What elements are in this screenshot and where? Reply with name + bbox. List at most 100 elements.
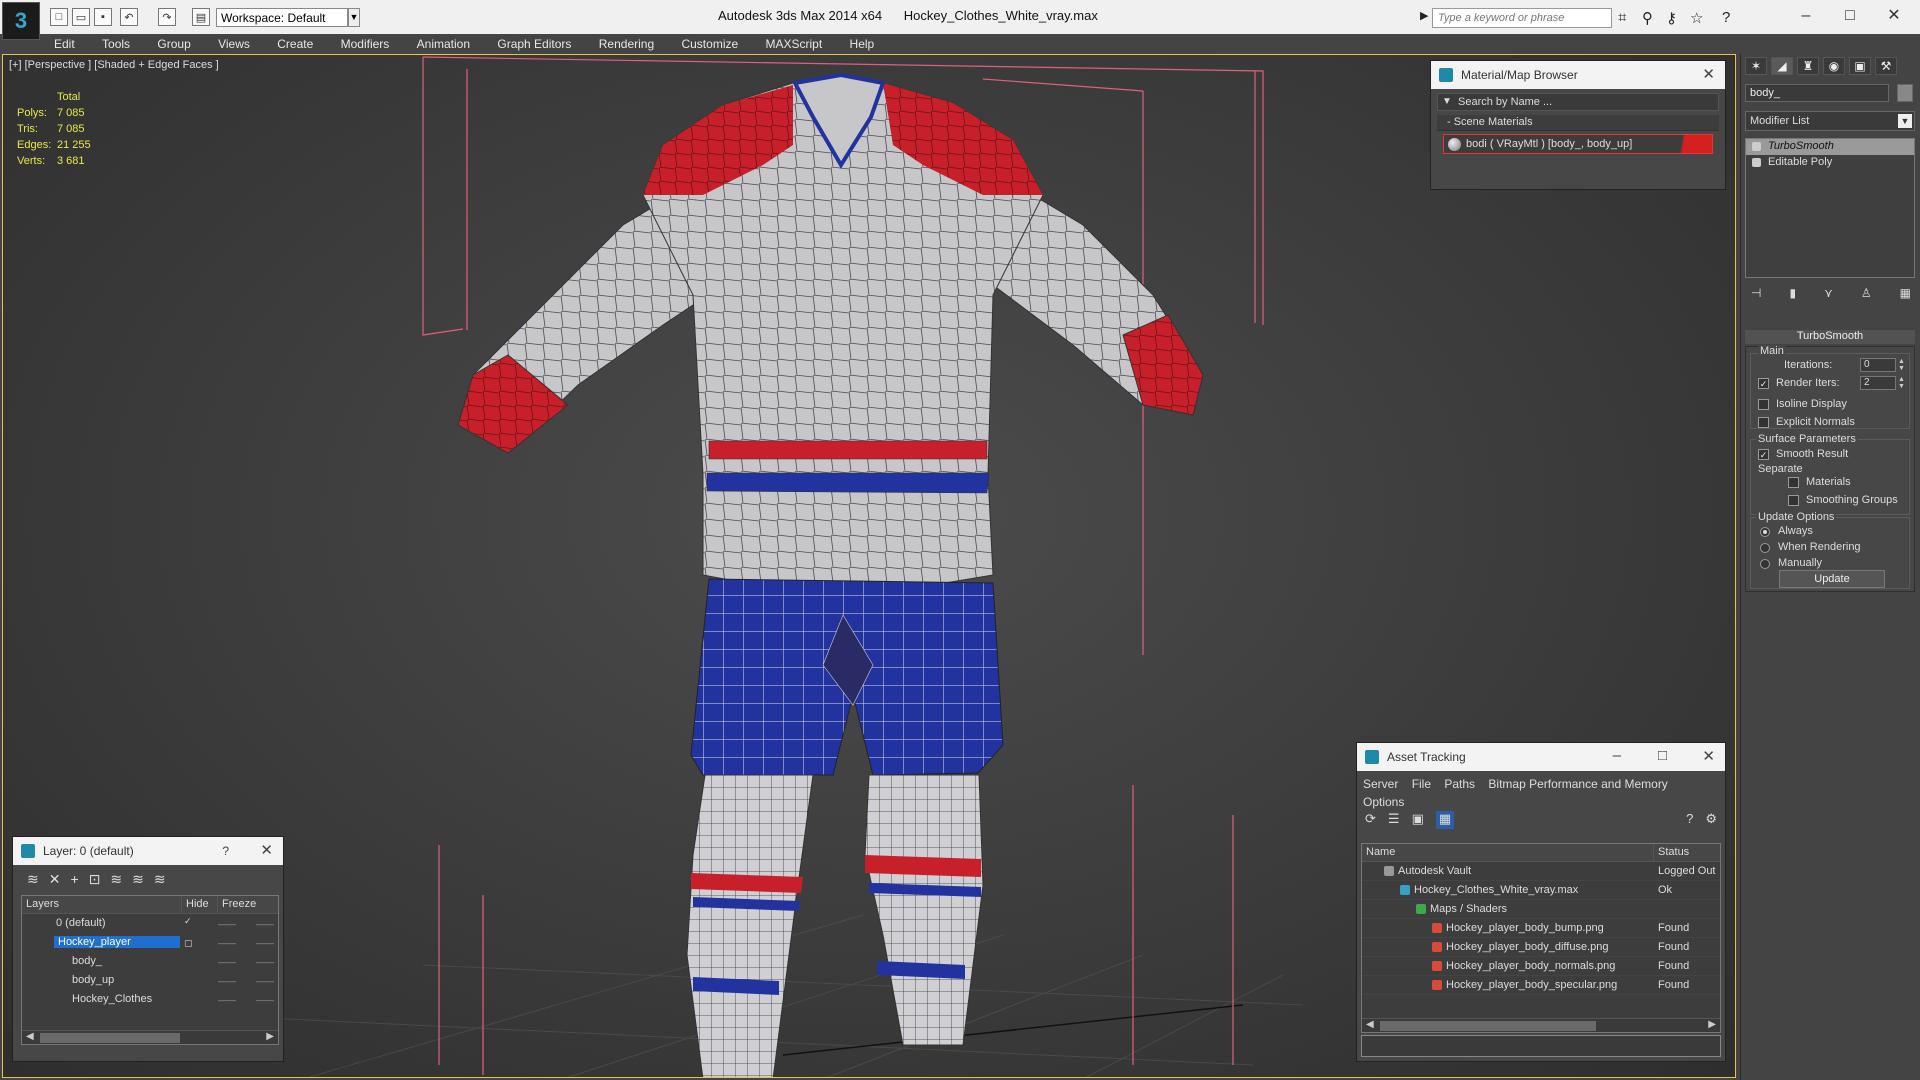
menu-views[interactable]: Views <box>206 34 262 54</box>
material-search-input[interactable]: ▼ Search by Name ... <box>1437 93 1719 111</box>
chevron-down-icon[interactable]: ▼ <box>1898 114 1912 128</box>
column-hide[interactable]: Hide <box>182 896 218 913</box>
search-input[interactable]: Type a keyword or phrase <box>1432 8 1612 28</box>
scene-materials-group[interactable]: - Scene Materials <box>1437 115 1719 131</box>
isoline-display-checkbox[interactable] <box>1758 399 1769 410</box>
table-view-icon[interactable]: ▦ <box>1435 811 1455 829</box>
hide-toggle[interactable]: —— <box>218 976 236 986</box>
stack-item-editable-poly[interactable]: Editable Poly <box>1746 155 1914 171</box>
menu-create[interactable]: Create <box>265 34 325 54</box>
menu-help[interactable]: Help <box>838 34 887 54</box>
remove-modifier-icon[interactable]: ♙ <box>1861 286 1872 306</box>
undo-icon[interactable]: ↶ <box>120 8 138 26</box>
asset-path-field[interactable] <box>1361 1035 1721 1057</box>
asset-tracking-titlebar[interactable]: Asset Tracking – □ ✕ <box>1357 743 1725 771</box>
hierarchy-tab-icon[interactable]: ♜ <box>1797 57 1819 75</box>
app-logo-button[interactable]: 3 <box>2 2 40 40</box>
modify-tab-icon[interactable]: ◢ <box>1771 57 1793 75</box>
minimize-icon[interactable]: – <box>1613 747 1621 764</box>
motion-tab-icon[interactable]: ◉ <box>1823 57 1845 75</box>
refresh-icon[interactable]: ⟳ <box>1365 811 1376 829</box>
pin-stack-icon[interactable]: ⊣ <box>1751 286 1761 306</box>
hide-toggle[interactable]: —— <box>218 938 236 948</box>
asset-row[interactable]: Hockey_player_body_bump.png Found <box>1362 919 1720 938</box>
help-icon[interactable]: ? <box>1722 9 1730 26</box>
asset-menu-options[interactable]: Options <box>1363 795 1404 809</box>
menu-modifiers[interactable]: Modifiers <box>329 34 402 54</box>
material-browser-titlebar[interactable]: Material/Map Browser ✕ <box>1431 61 1725 89</box>
spinner-arrows-icon[interactable]: ▲ ▼ <box>1898 358 1906 372</box>
smooth-result-checkbox[interactable]: ✓ <box>1758 449 1769 460</box>
maximize-icon[interactable]: □ <box>1658 747 1667 764</box>
layer-row[interactable]: Hockey_Clothes —— —— <box>22 990 278 1009</box>
layer-row[interactable]: 0 (default) ✓ —— —— <box>22 914 278 933</box>
smoothing-groups-checkbox[interactable] <box>1788 495 1799 506</box>
scroll-right-icon[interactable]: ▶ <box>1708 1019 1716 1030</box>
menu-graph-editors[interactable]: Graph Editors <box>485 34 583 54</box>
column-name[interactable]: Name <box>1362 844 1654 861</box>
show-end-result-icon[interactable]: ▮ <box>1789 286 1796 306</box>
viewport-label[interactable]: [+] [Perspective ] [Shaded + Edged Faces… <box>9 59 219 71</box>
asset-row[interactable]: Hockey_player_body_diffuse.png Found <box>1362 938 1720 957</box>
layer-row[interactable]: body_ —— —— <box>22 952 278 971</box>
when-rendering-radio[interactable] <box>1760 543 1770 553</box>
freeze-toggle[interactable]: —— <box>256 919 274 929</box>
maximize-icon[interactable]: □ <box>1828 4 1872 28</box>
update-button[interactable]: Update <box>1779 570 1885 588</box>
settings-icon[interactable]: ⚙ <box>1705 811 1717 829</box>
freeze-all-icon[interactable]: ≋ <box>154 871 166 887</box>
menu-maxscript[interactable]: MAXScript <box>754 34 835 54</box>
scrollbar-thumb[interactable] <box>40 1033 180 1043</box>
freeze-toggle[interactable]: —— <box>256 995 274 1005</box>
redo-icon[interactable]: ↷ <box>158 8 176 26</box>
add-to-layer-icon[interactable]: + <box>70 871 78 887</box>
asset-menu-file[interactable]: File <box>1412 777 1431 791</box>
binoculars-icon[interactable]: ⌗ <box>1618 9 1626 26</box>
configure-modifier-sets-icon[interactable]: ▦ <box>1900 286 1911 306</box>
project-folder-icon[interactable]: ▤ <box>192 8 210 26</box>
display-tab-icon[interactable]: ▣ <box>1849 57 1871 75</box>
menu-rendering[interactable]: Rendering <box>587 34 666 54</box>
asset-row[interactable]: Hockey_Clothes_White_vray.max Ok <box>1362 881 1720 900</box>
key-icon[interactable]: ⚷ <box>1666 9 1677 27</box>
freeze-toggle[interactable]: —— <box>256 938 274 948</box>
minimize-icon[interactable]: – <box>1784 4 1828 28</box>
layer-state-icon[interactable]: ▢ <box>184 938 193 949</box>
hide-toggle[interactable]: —— <box>218 957 236 967</box>
horizontal-scrollbar[interactable]: ◀ ▶ <box>22 1030 278 1044</box>
asset-row[interactable]: Maps / Shaders <box>1362 900 1720 919</box>
hide-toggle[interactable]: —— <box>218 919 236 929</box>
light-bulb-icon[interactable] <box>1752 142 1761 151</box>
modifier-list-dropdown[interactable]: Modifier List ▼ <box>1745 111 1915 131</box>
manually-radio[interactable] <box>1760 559 1770 569</box>
spinner-arrows-icon[interactable]: ▲ ▼ <box>1898 376 1906 390</box>
thumbnail-view-icon[interactable]: ▣ <box>1412 811 1424 829</box>
column-status[interactable]: Status <box>1654 844 1720 861</box>
hide-all-icon[interactable]: ≋ <box>132 871 144 887</box>
favorites-star-icon[interactable]: ☆ <box>1690 9 1703 27</box>
help-icon[interactable]: ? <box>1686 811 1693 829</box>
freeze-toggle[interactable]: —— <box>256 957 274 967</box>
column-layers[interactable]: Layers <box>22 896 182 913</box>
object-color-swatch[interactable] <box>1897 84 1913 102</box>
scroll-left-icon[interactable]: ◀ <box>1366 1019 1374 1030</box>
workspace-dropdown[interactable]: Workspace: Default <box>216 8 348 27</box>
new-file-icon[interactable]: □ <box>50 8 68 26</box>
turbosmooth-rollout-header[interactable]: TurboSmooth <box>1745 330 1915 344</box>
select-objects-icon[interactable]: ⊡ <box>89 871 101 887</box>
close-icon[interactable]: ✕ <box>1872 4 1916 28</box>
save-file-icon[interactable]: ▪ <box>94 8 112 26</box>
delete-layer-icon[interactable]: ✕ <box>49 871 61 887</box>
menu-tools[interactable]: Tools <box>90 34 142 54</box>
asset-row[interactable]: Hockey_player_body_normals.png Found <box>1362 957 1720 976</box>
active-layer-check-icon[interactable]: ✓ <box>184 916 192 927</box>
freeze-toggle[interactable]: —— <box>256 976 274 986</box>
stack-item-turbosmooth[interactable]: TurboSmooth <box>1746 139 1914 155</box>
layer-row[interactable]: Hockey_player ▢ —— —— <box>22 933 278 952</box>
material-item[interactable]: bodi ( VRayMtl ) [body_, body_up] <box>1443 134 1713 154</box>
help-icon[interactable]: ? <box>222 844 229 858</box>
menu-edit[interactable]: Edit <box>42 34 87 54</box>
horizontal-scrollbar[interactable]: ◀ ▶ <box>1362 1018 1720 1032</box>
workspace-arrow-icon[interactable]: ▼ <box>348 8 360 27</box>
scroll-left-icon[interactable]: ◀ <box>26 1031 34 1042</box>
